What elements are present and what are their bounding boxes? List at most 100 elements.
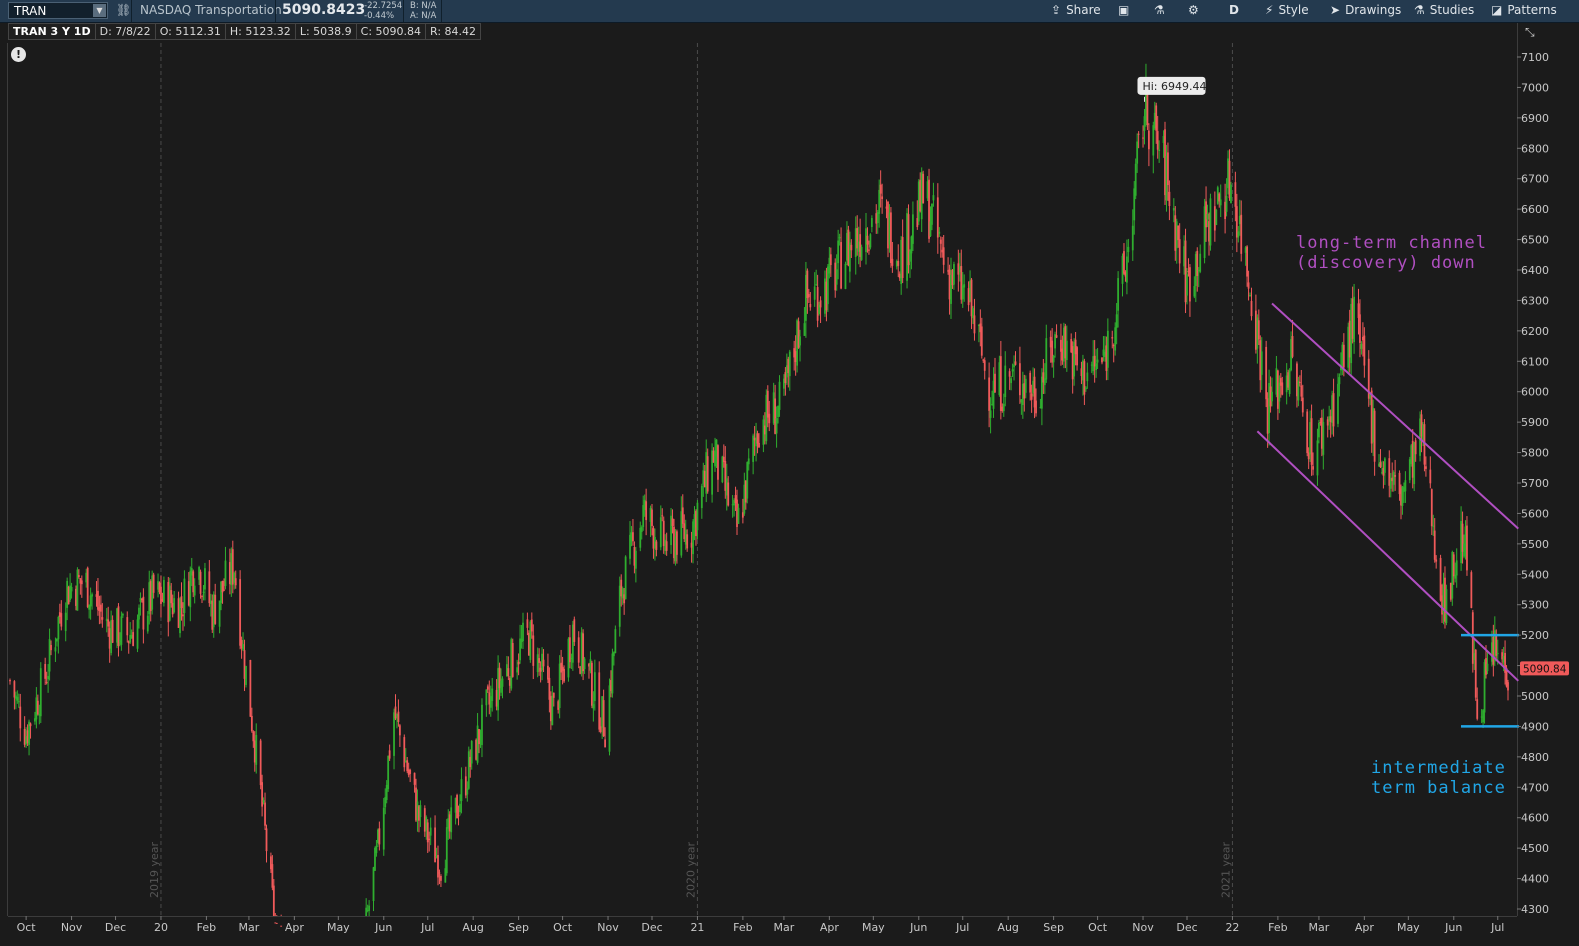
candle-body bbox=[837, 240, 840, 264]
y-tick-label: 5500 bbox=[1521, 538, 1549, 551]
x-tick-label: Jul bbox=[955, 921, 969, 934]
candle-body bbox=[1035, 400, 1037, 414]
price-chart[interactable]: 2019 year 2020 year 2021 year Hi: 6949.44 … bbox=[0, 23, 1579, 946]
candle-body bbox=[816, 287, 819, 321]
candle-body bbox=[788, 351, 791, 377]
candle-body bbox=[766, 390, 769, 418]
candle-body bbox=[866, 235, 869, 245]
chart-title: TRAN 3 Y 1D bbox=[8, 23, 96, 40]
candle-body bbox=[1052, 355, 1055, 363]
candle-body bbox=[1126, 256, 1128, 283]
candle-body bbox=[368, 905, 371, 911]
candle-body bbox=[1147, 130, 1150, 150]
candle-body bbox=[517, 661, 520, 665]
studies-button[interactable]: ⚗ Studies bbox=[1414, 0, 1474, 22]
candle-body bbox=[372, 867, 375, 902]
link-icon[interactable]: ⛓ bbox=[116, 3, 131, 17]
candle-body bbox=[1300, 385, 1303, 397]
balance-annotation: intermediate term balance bbox=[1371, 758, 1506, 798]
candle-body bbox=[700, 485, 703, 509]
candle-body bbox=[64, 612, 67, 632]
candle-body bbox=[259, 740, 262, 786]
candle-body bbox=[429, 827, 432, 836]
share-button[interactable]: ⇪ Share bbox=[1051, 0, 1101, 22]
period-button[interactable]: D bbox=[1229, 0, 1239, 22]
candle-body bbox=[1392, 472, 1395, 485]
candle-body bbox=[1486, 663, 1489, 672]
candle-body bbox=[803, 323, 806, 336]
alert-icon[interactable]: ! bbox=[11, 47, 26, 62]
candle-body bbox=[1186, 274, 1188, 296]
candle-body bbox=[835, 269, 838, 285]
style-button[interactable]: ⚡ Style bbox=[1265, 0, 1309, 22]
candle-body bbox=[466, 788, 469, 795]
candle-body bbox=[29, 723, 32, 727]
candle-body bbox=[1257, 320, 1260, 340]
candle-body bbox=[536, 654, 539, 673]
candle-body bbox=[598, 672, 601, 730]
candle-body bbox=[624, 556, 627, 600]
y-tick-label: 5200 bbox=[1521, 629, 1549, 642]
info-range: R: 84.42 bbox=[426, 23, 482, 40]
candle-body bbox=[255, 734, 258, 765]
candle-body bbox=[1466, 525, 1468, 571]
candle-body bbox=[530, 619, 533, 632]
candle-body bbox=[445, 827, 448, 874]
candle-body bbox=[838, 237, 841, 239]
candle-body bbox=[486, 686, 489, 690]
candle-body bbox=[1250, 300, 1253, 317]
expand-icon[interactable]: ⤡ bbox=[1525, 25, 1535, 40]
candle-body bbox=[1474, 649, 1477, 698]
y-tick-label: 6700 bbox=[1521, 173, 1549, 186]
candle-body bbox=[516, 667, 519, 673]
share-icon: ⇪ bbox=[1051, 3, 1062, 17]
candle-body bbox=[963, 284, 966, 288]
candle-body bbox=[252, 731, 255, 742]
candle-body bbox=[645, 501, 648, 521]
candle-body bbox=[1152, 125, 1155, 156]
candle-body bbox=[201, 596, 203, 598]
ask-value: A: N/A bbox=[410, 11, 437, 21]
chart-area[interactable]: 2019 year 2020 year 2021 year Hi: 6949.44 … bbox=[0, 23, 1579, 946]
candle-body bbox=[19, 706, 22, 729]
candle-body bbox=[1101, 357, 1103, 363]
drawings-button[interactable]: ➤ Drawings bbox=[1330, 0, 1401, 22]
candle-body bbox=[632, 532, 634, 542]
candle-body bbox=[1425, 466, 1427, 469]
candle-body bbox=[239, 579, 242, 646]
last-price-tag: 5090.84 bbox=[1523, 663, 1567, 675]
candle-body bbox=[953, 264, 955, 285]
candle-body bbox=[1065, 340, 1068, 361]
candle-body bbox=[1030, 393, 1033, 400]
candle-body bbox=[686, 534, 689, 549]
candle-body bbox=[799, 336, 801, 346]
candle-body bbox=[938, 231, 941, 234]
candle-body bbox=[45, 682, 48, 684]
candle-body bbox=[552, 692, 555, 698]
candle-body bbox=[868, 249, 870, 251]
symbol-dropdown-icon[interactable]: ▼ bbox=[93, 4, 106, 17]
candle-body bbox=[634, 550, 637, 569]
candle-body bbox=[1206, 213, 1209, 220]
candle-body bbox=[815, 284, 818, 286]
patterns-button[interactable]: ◪ Patterns bbox=[1491, 0, 1557, 22]
symbol-input[interactable]: TRAN ▼ bbox=[8, 2, 108, 19]
x-tick-label: 21 bbox=[690, 921, 704, 934]
candle-body bbox=[97, 590, 99, 610]
grid-toggle-button[interactable]: ▣ bbox=[1118, 0, 1129, 22]
style-label: Style bbox=[1278, 3, 1309, 17]
info-date: D: 7/8/22 bbox=[95, 23, 156, 40]
candle-body bbox=[511, 643, 514, 677]
candle-body bbox=[1237, 231, 1240, 238]
candle-body bbox=[39, 668, 42, 717]
candle-body bbox=[1353, 296, 1355, 342]
y-tick-label: 4900 bbox=[1521, 720, 1549, 733]
candle-body bbox=[1019, 363, 1021, 396]
candle-body bbox=[681, 507, 684, 524]
settings-button[interactable]: ⚙ bbox=[1188, 0, 1199, 22]
candle-body bbox=[120, 616, 123, 645]
candle-body bbox=[891, 258, 894, 266]
candle-body bbox=[532, 635, 535, 666]
flask-button[interactable]: ⚗ bbox=[1154, 0, 1165, 22]
candle-body bbox=[1096, 359, 1099, 363]
